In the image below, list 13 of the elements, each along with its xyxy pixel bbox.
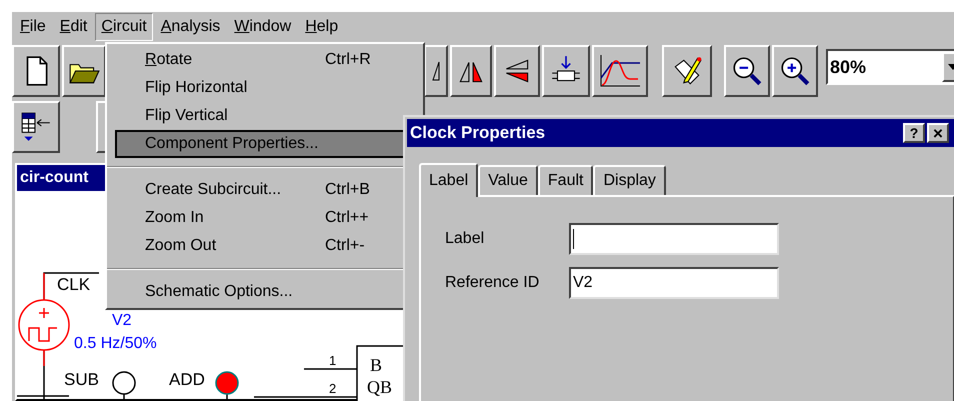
clock-label: CLK bbox=[57, 275, 90, 294]
zoom-value: 80% bbox=[829, 56, 868, 78]
pin-number: 2 bbox=[329, 381, 336, 396]
window-title: cir-count bbox=[20, 168, 88, 188]
source-name: V2 bbox=[112, 312, 132, 329]
source-value: 0.5 Hz/50% bbox=[74, 335, 157, 352]
chip-pin-label: B bbox=[370, 355, 382, 375]
field-label: Label bbox=[445, 229, 486, 249]
switch-label: SUB bbox=[64, 370, 99, 389]
switch-label: ADD bbox=[169, 370, 205, 389]
pin-number: 1 bbox=[329, 353, 336, 368]
chip-pin-label: QB bbox=[367, 377, 392, 397]
field-label: Reference ID bbox=[445, 273, 540, 293]
